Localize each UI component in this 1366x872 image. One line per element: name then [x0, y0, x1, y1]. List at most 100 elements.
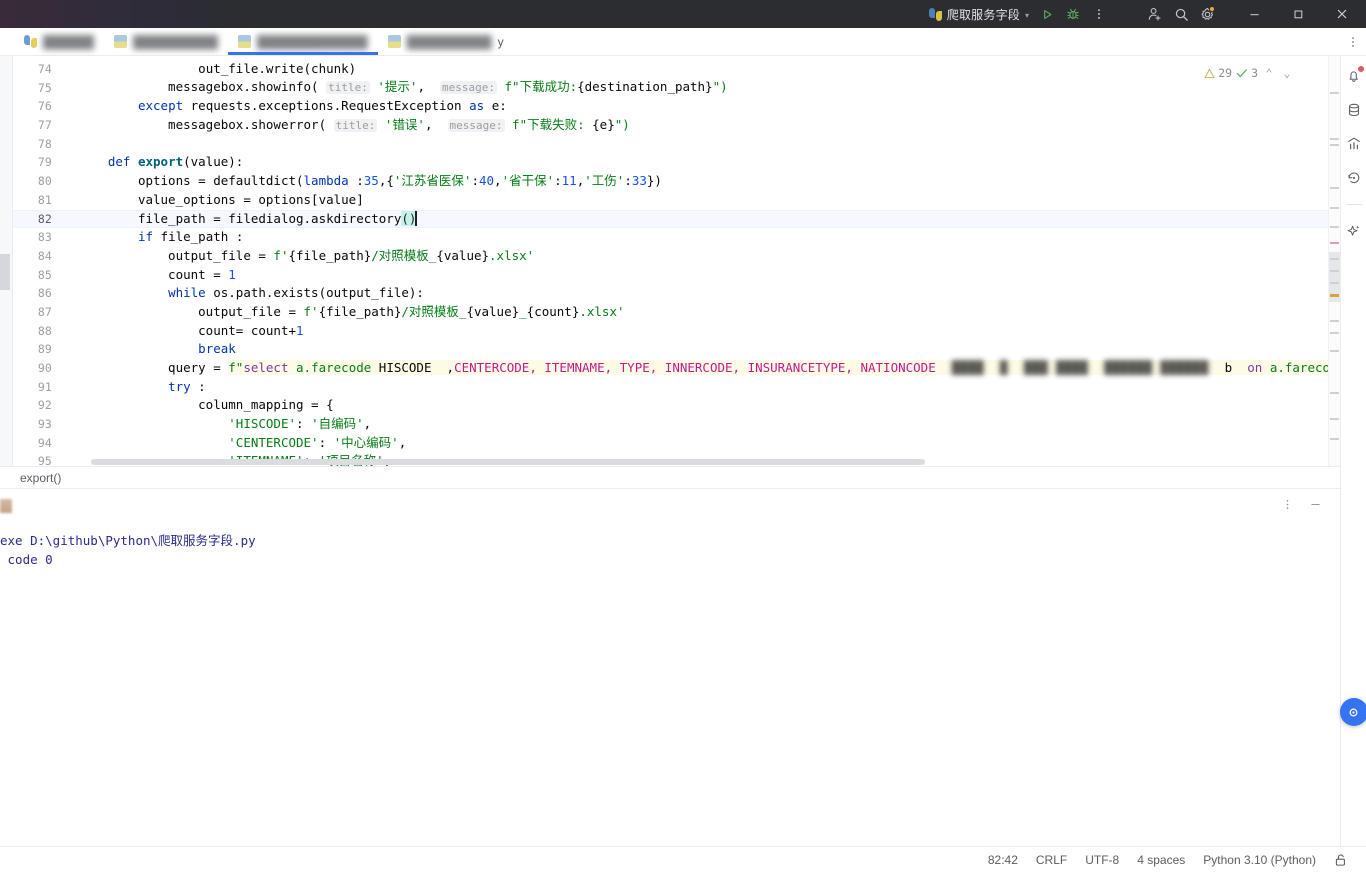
- search-everywhere-button[interactable]: [1168, 2, 1194, 26]
- left-strip-partial-glyph: [0, 499, 12, 513]
- caret-position[interactable]: 82:42: [979, 850, 1027, 870]
- code-line[interactable]: 91 try :: [13, 378, 1340, 397]
- editor-tab-2[interactable]: ██████████: [104, 28, 228, 55]
- sidebar-divider: [1345, 204, 1362, 205]
- line-number: 90: [37, 361, 52, 375]
- analytics-tool-button[interactable]: [1344, 134, 1364, 154]
- matched-bracket-pair: (): [401, 210, 417, 226]
- error-stripe-gutter[interactable]: [1328, 56, 1340, 466]
- warning-triangle-icon: [1204, 68, 1215, 78]
- code-line[interactable]: 80 options = defaultdict(lambda :35,{'江苏…: [13, 172, 1340, 191]
- status-bar: 82:42 CRLF UTF-8 4 spaces Python 3.10 (P…: [0, 846, 1366, 872]
- code-line[interactable]: 93 'HISCODE': '自编码',: [13, 415, 1340, 434]
- code-line[interactable]: 77 messagebox.showerror( title: '错误', me…: [13, 116, 1340, 135]
- unlocked-padlock-icon: [1335, 853, 1345, 866]
- ok-count-item[interactable]: 3: [1236, 64, 1258, 83]
- line-number: 78: [37, 136, 52, 151]
- line-content: file_path = filedialog.askdirectory(): [77, 210, 417, 226]
- notifications-button[interactable]: [1344, 66, 1364, 86]
- window-minimize-button[interactable]: [1232, 0, 1276, 28]
- minimize-icon: [1310, 503, 1320, 505]
- console-hide-button[interactable]: [1304, 493, 1326, 515]
- database-tool-button[interactable]: [1344, 100, 1364, 120]
- code-line[interactable]: 86 while os.path.exists(output_file):: [13, 284, 1340, 303]
- code-line[interactable]: 85 count = 1: [13, 266, 1340, 285]
- tab-bar-more-button[interactable]: [1340, 28, 1366, 55]
- history-tool-button[interactable]: [1344, 168, 1364, 188]
- title-bar: 爬取服务字段 ▾: [0, 0, 1366, 28]
- history-icon: [1348, 172, 1359, 184]
- prev-problem-button[interactable]: ⌃: [1262, 64, 1276, 83]
- code-line[interactable]: 84 output_file = f'{file_path}/对照模板_{val…: [13, 247, 1340, 266]
- add-account-button[interactable]: [1142, 2, 1168, 26]
- breadcrumb[interactable]: export(): [0, 466, 1340, 488]
- console-more-button[interactable]: [1276, 493, 1298, 515]
- debug-bug-icon: [1067, 8, 1079, 19]
- editor-horizontal-scrollbar[interactable]: [90, 459, 925, 465]
- file-icon: [387, 35, 401, 48]
- more-vertical-icon: [1098, 9, 1100, 19]
- code-line[interactable]: 83 if file_path :: [13, 228, 1340, 247]
- line-number: 80: [37, 174, 52, 189]
- more-actions-button[interactable]: [1086, 2, 1112, 26]
- ide-window: 爬取服务字段 ▾ ██████ ██████████ █████████████…: [0, 0, 1366, 872]
- indent-setting[interactable]: 4 spaces: [1128, 850, 1194, 870]
- line-content: count = 1: [77, 266, 236, 282]
- check-mark-icon: [1236, 69, 1248, 78]
- left-tool-strip[interactable]: [0, 56, 13, 513]
- code-line[interactable]: 81 value_options = options[value]: [13, 191, 1340, 210]
- editor-tab-1[interactable]: ██████: [14, 28, 104, 55]
- next-problem-button[interactable]: ⌄: [1280, 64, 1294, 83]
- run-tool-window: exe D:\github\Python\爬取服务字段.py code 0: [0, 488, 1340, 846]
- file-icon: [114, 35, 128, 48]
- editor-tab-4[interactable]: ██████████ y: [378, 28, 514, 55]
- console-line: exe D:\github\Python\爬取服务字段.py: [0, 533, 256, 548]
- code-line[interactable]: 88 count= count+1: [13, 322, 1340, 341]
- console-line: code 0: [0, 552, 53, 567]
- line-content: try :: [168, 378, 206, 394]
- chevron-down-icon: ▾: [1024, 10, 1029, 20]
- left-strip-scroll-marker: [0, 254, 10, 290]
- file-encoding[interactable]: UTF-8: [1076, 850, 1128, 870]
- ai-chat-fab[interactable]: [1339, 698, 1366, 726]
- debug-button[interactable]: [1060, 2, 1086, 26]
- editor-tab-3-active[interactable]: █████████████: [228, 28, 378, 55]
- code-line[interactable]: 87 output_file = f'{file_path}/对照模板_{val…: [13, 303, 1340, 322]
- ai-assistant-button[interactable]: [1344, 221, 1364, 241]
- code-editor[interactable]: 29 3 ⌃ ⌄ 74 out_file.write(chunk) 75 mes…: [12, 56, 1340, 466]
- code-lines: 74 out_file.write(chunk) 75 messagebox.s…: [12, 56, 1340, 466]
- code-line[interactable]: 94 'CENTERCODE': '中心编码',: [13, 434, 1340, 453]
- line-number: 87: [37, 304, 52, 319]
- line-number: 91: [37, 379, 52, 394]
- editor-tab-label: ██████████: [133, 34, 219, 49]
- title-bar-left-spacer: [0, 0, 880, 28]
- run-console-output[interactable]: exe D:\github\Python\爬取服务字段.py code 0: [0, 519, 1340, 846]
- run-configuration-selector[interactable]: 爬取服务字段 ▾: [924, 3, 1034, 25]
- window-close-button[interactable]: [1320, 0, 1364, 28]
- code-line[interactable]: 79 def export(value):: [13, 153, 1340, 172]
- line-content: def export(value):: [107, 154, 244, 170]
- param-hint-message: message:: [440, 81, 497, 95]
- code-line[interactable]: 92 column_mapping = {: [13, 396, 1340, 415]
- user-add-icon: [1148, 8, 1161, 21]
- editor-tab-suffix: y: [497, 34, 504, 49]
- code-line-sql-query[interactable]: 90 query = f"select a.farecode HISCODE ,…: [13, 359, 1340, 378]
- run-button[interactable]: [1034, 2, 1060, 26]
- code-line[interactable]: 89 break: [13, 340, 1340, 359]
- readonly-toggle-button[interactable]: [1325, 850, 1356, 870]
- settings-button[interactable]: [1194, 2, 1220, 26]
- code-line[interactable]: 74 out_file.write(chunk): [13, 60, 1340, 79]
- code-line[interactable]: 76 except requests.exceptions.RequestExc…: [13, 97, 1340, 116]
- warning-count-item[interactable]: 29: [1204, 64, 1232, 83]
- code-line[interactable]: 75 messagebox.showinfo( title: '提示', mes…: [13, 79, 1340, 98]
- run-console-header: [0, 489, 1340, 519]
- line-content: if file_path :: [137, 229, 244, 245]
- line-content: options = defaultdict(lambda :35,{'江苏省医保…: [77, 173, 662, 189]
- line-number: 82: [37, 211, 52, 226]
- code-line-current[interactable]: 82 file_path = filedialog.askdirectory(): [12, 209, 1340, 229]
- interpreter-selector[interactable]: Python 3.10 (Python): [1194, 850, 1325, 870]
- window-maximize-button[interactable]: [1276, 0, 1320, 28]
- line-separator[interactable]: CRLF: [1027, 850, 1076, 870]
- code-line[interactable]: 78: [13, 135, 1340, 154]
- line-number: 76: [37, 99, 52, 114]
